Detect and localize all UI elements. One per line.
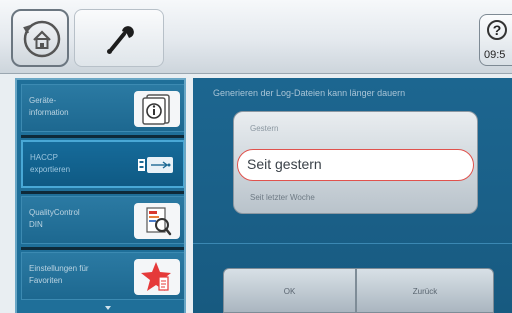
sidebar-item-label: Einstellungen für Favoriten xyxy=(29,264,89,285)
settings-sidebar: Geräte- information HACCP exportieren Qu… xyxy=(15,78,186,313)
app-screen: ? 09:5 Geräte- information HACCP exporti… xyxy=(0,0,512,313)
back-button[interactable]: Zurück xyxy=(356,268,494,313)
home-back-icon xyxy=(23,20,61,58)
sidebar-item-label: QualityControl DIN xyxy=(29,208,80,229)
sidebar-divider xyxy=(21,135,184,138)
help-button[interactable]: ? 09:5 xyxy=(479,14,512,66)
ok-button[interactable]: OK xyxy=(223,268,356,313)
sidebar-item-label: HACCP exportieren xyxy=(30,153,71,174)
sidebar-item-label: Geräte- information xyxy=(29,96,69,117)
option-since-yesterday[interactable]: Seit gestern xyxy=(237,149,474,181)
period-selector: Gestern Seit gestern Seit letzter Woche xyxy=(233,111,478,214)
export-panel: Generieren der Log-Dateien kann länger d… xyxy=(193,78,512,313)
settings-tab[interactable] xyxy=(74,9,164,67)
device-info-icon xyxy=(134,91,180,127)
usb-export-icon xyxy=(135,148,181,184)
sidebar-item-device-info[interactable]: Geräte- information xyxy=(21,84,184,132)
option-since-last-week[interactable]: Seit letzter Woche xyxy=(237,183,474,213)
sidebar-item-favorites-settings[interactable]: Einstellungen für Favoriten xyxy=(21,252,184,300)
home-button[interactable] xyxy=(11,9,69,67)
sidebar-item-haccp-export[interactable]: HACCP exportieren xyxy=(21,140,184,188)
chevron-down-icon[interactable] xyxy=(105,306,111,310)
option-yesterday[interactable]: Gestern xyxy=(237,114,474,144)
top-bar: ? 09:5 xyxy=(0,0,512,74)
quality-control-icon xyxy=(134,203,180,239)
sidebar-divider xyxy=(21,191,184,194)
sidebar-divider xyxy=(21,247,184,250)
favorites-star-icon xyxy=(134,259,180,295)
sidebar-item-quality-control[interactable]: QualityControl DIN xyxy=(21,196,184,244)
panel-divider xyxy=(193,243,512,244)
clock-time: 09:5 xyxy=(484,49,506,61)
help-question-icon: ? xyxy=(487,20,507,40)
wrench-icon xyxy=(107,26,134,54)
info-hint: Generieren der Log-Dateien kann länger d… xyxy=(213,88,406,98)
